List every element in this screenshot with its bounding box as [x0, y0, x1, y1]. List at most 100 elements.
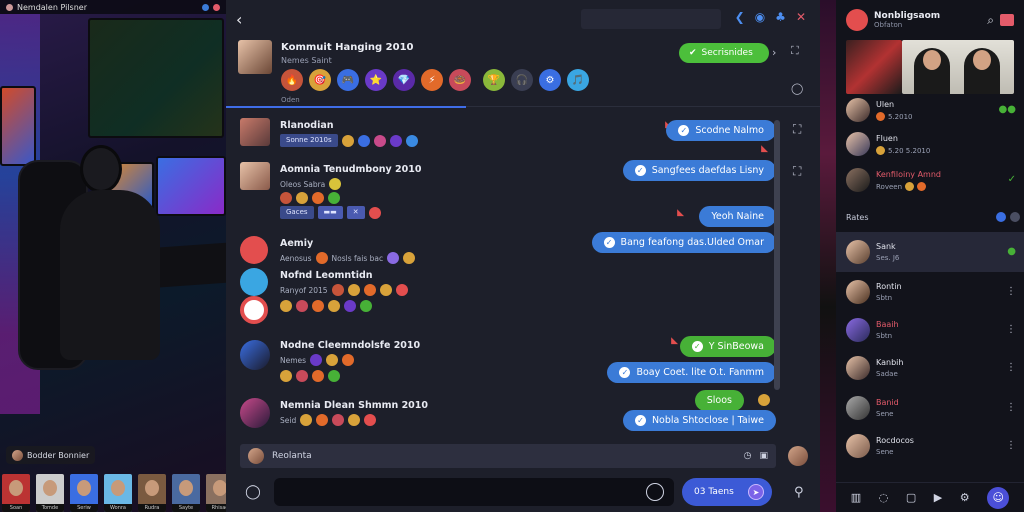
avatar[interactable]	[240, 236, 268, 264]
avatar[interactable]	[788, 446, 808, 466]
viewer-tile[interactable]: Rudra	[138, 474, 166, 512]
expand-icon[interactable]: ⛶	[793, 122, 801, 137]
back-arrow-icon[interactable]: ‹	[236, 10, 256, 29]
play-icon[interactable]: ▶	[934, 491, 942, 504]
viewer-tile[interactable]: Rhisad	[206, 474, 226, 512]
bubble-text: Sloos	[706, 395, 732, 406]
viewer-tile[interactable]: Wonra	[104, 474, 132, 512]
more-options-icon[interactable]: ⋮	[1006, 440, 1016, 451]
list-item[interactable]: Sank Ses. J6 ●	[846, 240, 1016, 268]
close-icon[interactable]: ✕	[796, 10, 806, 24]
message-input[interactable]	[274, 478, 674, 506]
window-icon[interactable]: ▢	[906, 491, 916, 504]
reaction-icon[interactable]: ⚡	[421, 69, 443, 91]
video-call-preview[interactable]	[902, 40, 1014, 94]
top-search-field[interactable]	[581, 9, 721, 29]
chat-icon[interactable]: ◌	[879, 491, 889, 504]
avatar[interactable]	[240, 296, 268, 324]
people-icon[interactable]: ♣	[775, 10, 786, 24]
bubble-icon[interactable]: ◯	[791, 82, 803, 95]
reply-icon[interactable]: ❮	[735, 10, 745, 24]
avatar[interactable]	[240, 398, 270, 428]
reaction-icon[interactable]: 🔥	[281, 69, 303, 91]
more-options-icon[interactable]: ⋮	[1006, 286, 1016, 297]
avatar[interactable]	[238, 40, 272, 74]
chat-scrollbar[interactable]	[774, 120, 780, 390]
share-icon[interactable]	[202, 3, 209, 11]
avatar[interactable]	[240, 268, 268, 296]
image-icon[interactable]: ▣	[759, 451, 768, 461]
reaction-icon[interactable]: ⚙	[539, 69, 561, 91]
record-icon[interactable]	[213, 3, 220, 11]
viewer-tile[interactable]: Sayte	[172, 474, 200, 512]
message-bubble[interactable]: Sloos	[694, 390, 744, 411]
media-chip[interactable]: ✕	[346, 206, 365, 219]
reaction-icon[interactable]: 🎵	[567, 69, 589, 91]
avatar[interactable]	[240, 162, 270, 190]
microphone-icon[interactable]: ⚲	[794, 485, 804, 500]
viewer-tile[interactable]: Tomde	[36, 474, 64, 512]
list-item[interactable]: Baaih Sbtn ⋮	[846, 318, 1016, 346]
profile-icon[interactable]: ☺	[987, 486, 1010, 509]
list-item[interactable]: Kenfiloiny Amnd Roveen ✓	[846, 168, 1016, 198]
emoji-icon	[373, 134, 386, 147]
message-bubble[interactable]: ✓ Nobla Shtoclose | Taiwe	[622, 410, 776, 431]
message-bubble[interactable]: ✓ Bang feafong das.Ulded Omar	[591, 232, 776, 253]
call-icon[interactable]: ◉	[755, 10, 765, 24]
list-item[interactable]: Rontin Sbtn ⋮	[846, 280, 1016, 308]
message-bubble[interactable]: ✓ Scodne Nalmo	[666, 120, 776, 141]
search-icon[interactable]: ⌕	[987, 13, 994, 28]
emoji-picker-icon[interactable]	[646, 483, 664, 501]
settings-icon[interactable]: ⚙	[960, 491, 970, 504]
member-status: 5.2010	[876, 112, 913, 121]
more-options-icon[interactable]: ⋮	[1006, 324, 1016, 335]
viewer-tile[interactable]: Seriw	[70, 474, 98, 512]
list-item[interactable]: Ulen 5.2010 ●●	[846, 98, 1016, 126]
members-panel: Nonbligsaom Obfaton ⌕ Ulen 5.2010 ●● Flu…	[836, 0, 1024, 512]
reaction-icon[interactable]: 💎	[393, 69, 415, 91]
emoji-icon	[357, 134, 370, 147]
reaction-icon[interactable]: 🎧	[511, 69, 533, 91]
viewer-tile[interactable]: Soan	[2, 474, 30, 512]
check-icon: ✓	[1007, 174, 1016, 185]
more-options-icon[interactable]: ⋮	[1006, 402, 1016, 413]
more-options-icon[interactable]: ⋮	[1006, 362, 1016, 373]
expand-icon[interactable]: ⛶	[793, 164, 801, 179]
expand-icon[interactable]: ⛶	[791, 44, 799, 58]
message-content: Oleos Sabra	[280, 178, 342, 190]
filter-icon[interactable]	[996, 212, 1006, 222]
chevron-right-icon[interactable]: ›	[772, 46, 776, 59]
conversation-meta: Oden	[281, 96, 300, 104]
avatar[interactable]	[846, 9, 868, 31]
media-chip[interactable]: ▬▬	[317, 206, 343, 219]
list-item[interactable]: Fluen 5.20 5.2010	[846, 132, 1016, 160]
avatar[interactable]	[240, 340, 270, 370]
viewer-name: Sayte	[172, 504, 200, 512]
list-item[interactable]: Rocdocos Sene ⋮	[846, 434, 1016, 462]
member-name: Ulen	[876, 100, 895, 109]
layout-icon[interactable]: ▥	[851, 491, 861, 504]
message-bubble[interactable]: ✓ Sangfees daefdas Lisny	[622, 160, 776, 181]
reaction-icon[interactable]: 🎯	[309, 69, 331, 91]
avatar[interactable]	[240, 118, 270, 146]
sender-name: Nemnia Dlean Shmmn 2010	[280, 400, 429, 411]
avatar	[846, 132, 870, 156]
reaction-icon[interactable]: ⭐	[365, 69, 387, 91]
timer-icon[interactable]: ◷	[744, 451, 752, 461]
video-thumbnail[interactable]	[846, 40, 902, 94]
list-item[interactable]: Kanbih Sadae ⋮	[846, 356, 1016, 384]
status-pill-button[interactable]: ✔ Secrisnides	[679, 43, 769, 63]
menu-icon[interactable]	[1000, 14, 1014, 26]
reply-bar[interactable]: Reolanta ◷ ▣	[240, 444, 776, 468]
member-name: Kanbih	[876, 358, 904, 367]
reaction-icon[interactable]: 🏆	[483, 69, 505, 91]
reaction-icon[interactable]: 🍩	[449, 69, 471, 91]
more-icon[interactable]	[1010, 212, 1020, 222]
message-bubble[interactable]: ✓ Y SinBeowa	[679, 336, 776, 357]
reaction-icon[interactable]: 🎮	[337, 69, 359, 91]
message-bubble[interactable]: Yeoh Naine	[699, 206, 776, 227]
message-bubble[interactable]: ✓ Boay Coet. lite O.t. Fanmm	[607, 362, 776, 383]
list-item[interactable]: Banid Sene ⋮	[846, 396, 1016, 424]
chat-bubble-icon[interactable]: ◯	[240, 484, 266, 500]
send-button[interactable]: 03 Taens ➤	[682, 478, 772, 506]
